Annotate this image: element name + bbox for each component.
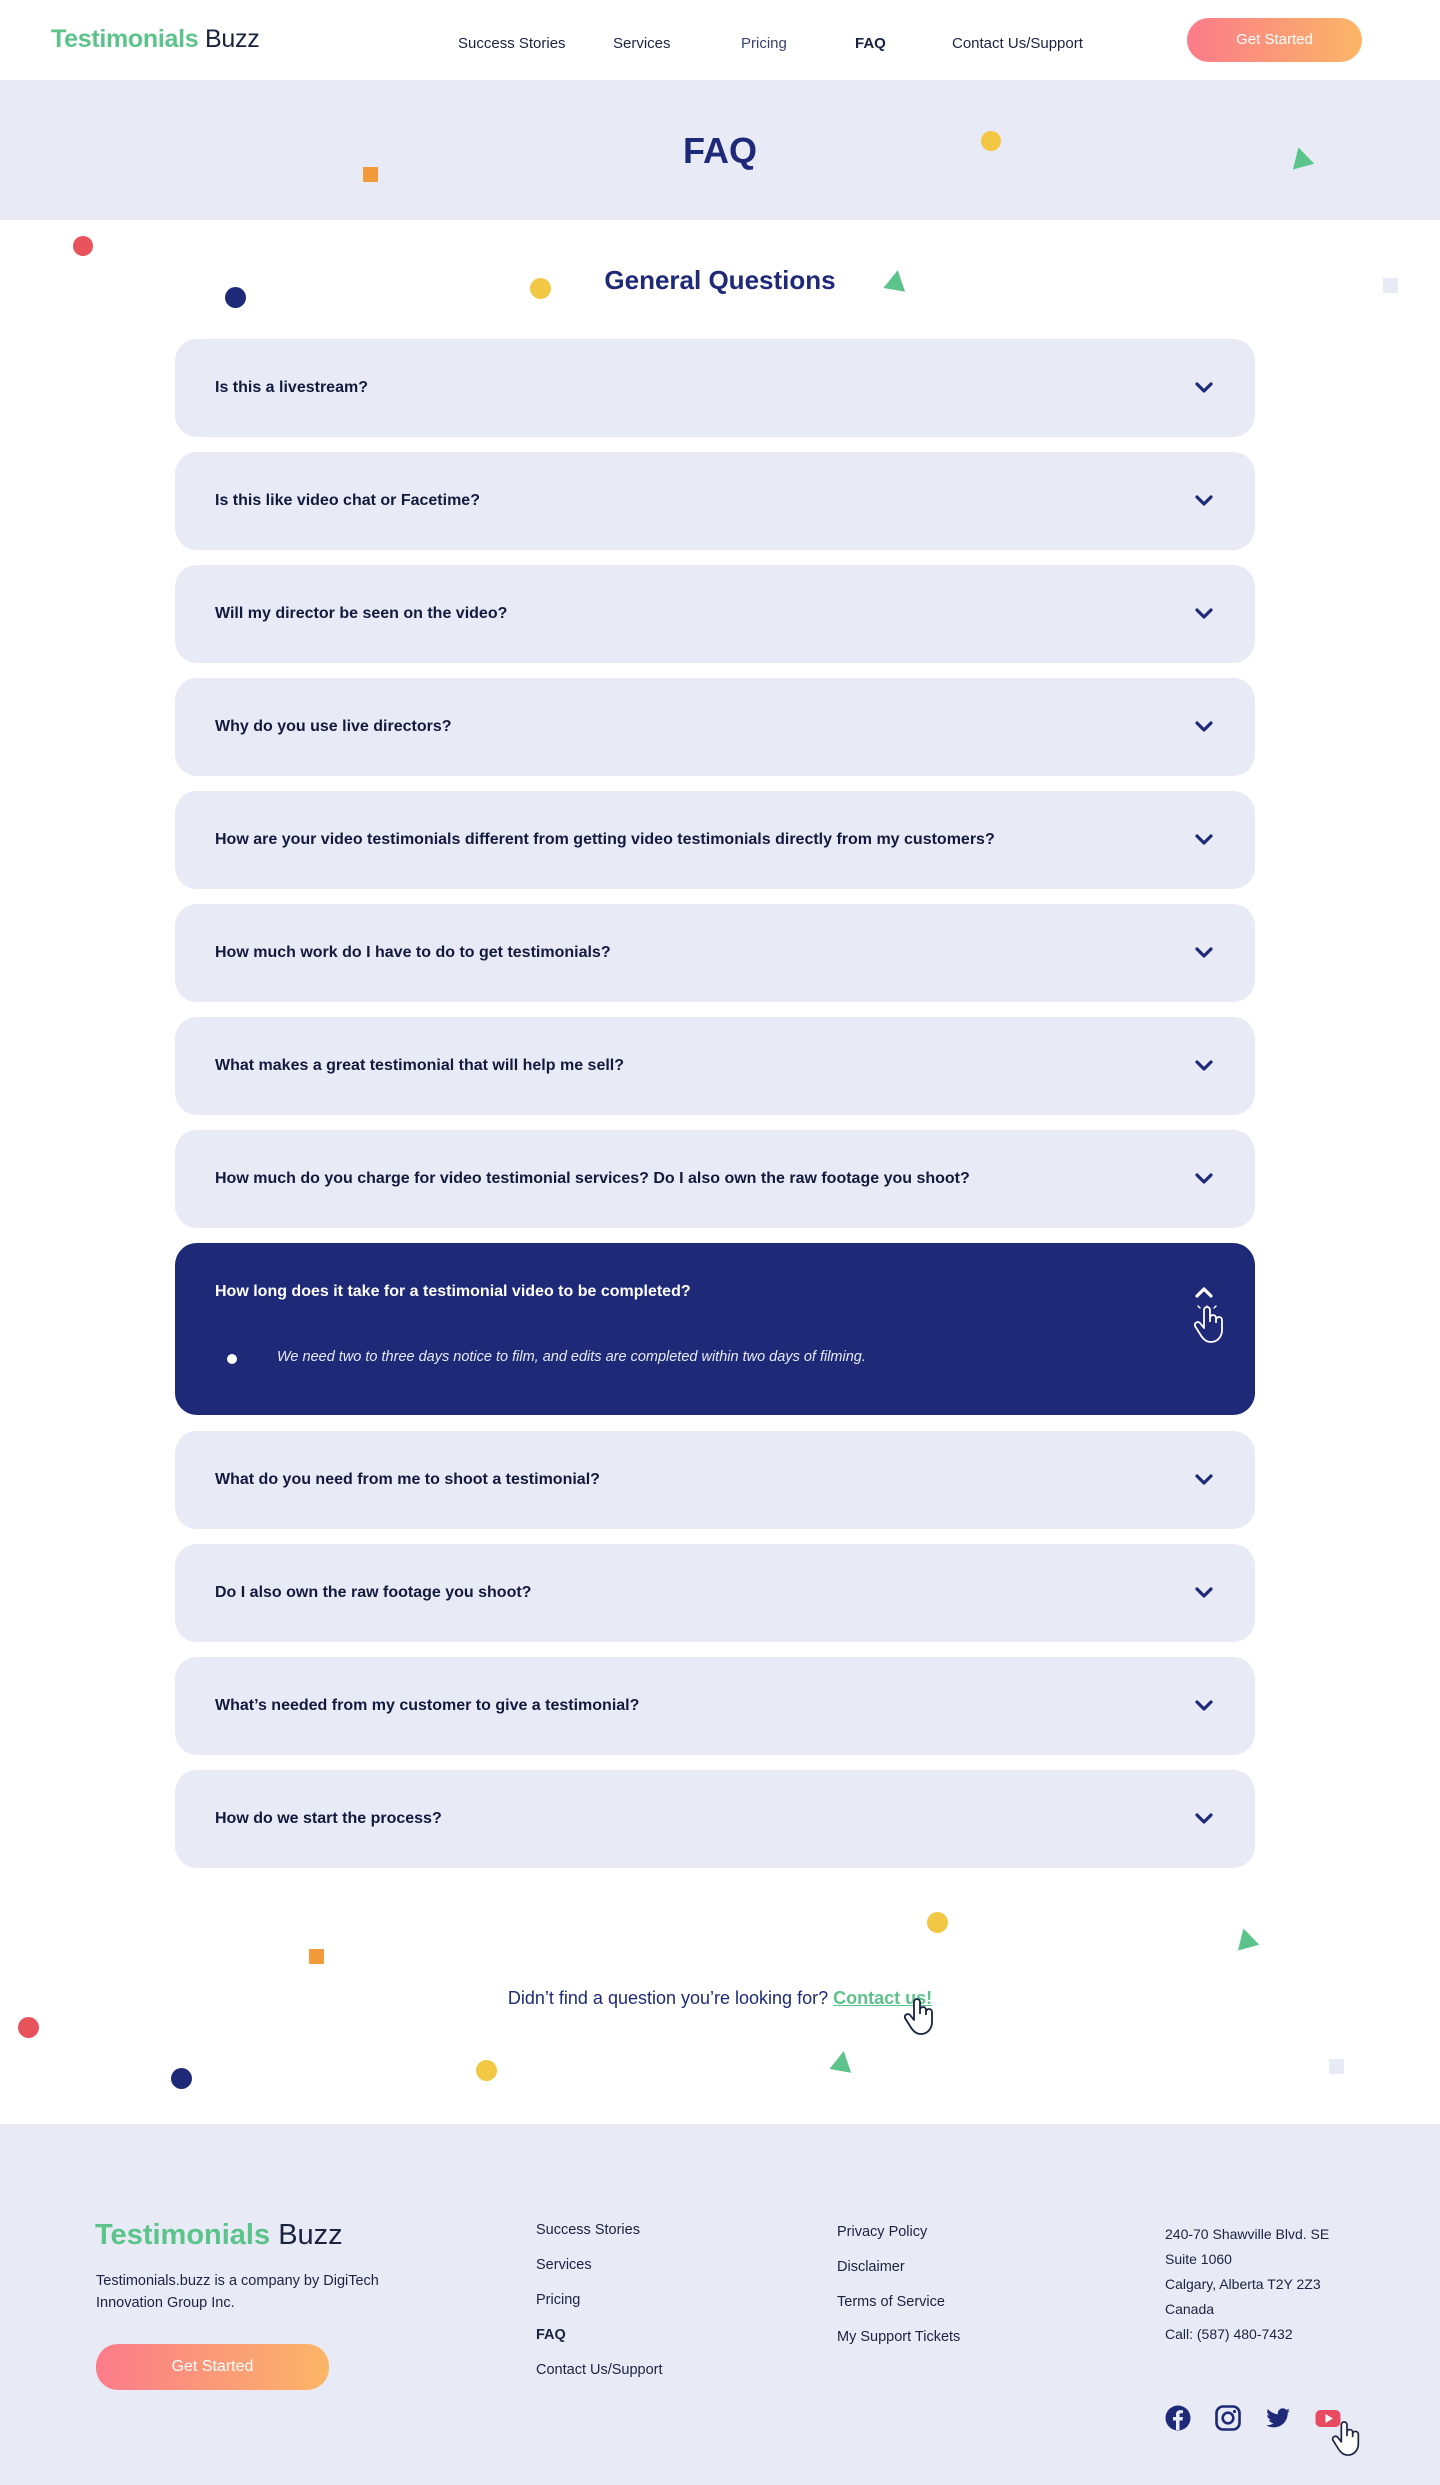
- decor-dot: [73, 236, 93, 256]
- chevron-down-icon[interactable]: [1193, 716, 1215, 738]
- logo[interactable]: Testimonials Buzz: [51, 25, 260, 54]
- faq-item[interactable]: Is this a livestream?: [175, 339, 1255, 437]
- chevron-down-icon[interactable]: [1193, 942, 1215, 964]
- faq-question: How are your video testimonials differen…: [215, 831, 995, 848]
- faq-item[interactable]: How are your video testimonials differen…: [175, 791, 1255, 889]
- get-started-button[interactable]: Get Started: [1187, 18, 1362, 62]
- site-header: Testimonials Buzz Success Stories Servic…: [0, 0, 1440, 80]
- hand-cursor-icon: [1193, 1305, 1223, 1343]
- faq-answer: We need two to three days notice to film…: [277, 1349, 866, 1365]
- chevron-down-icon[interactable]: [1193, 1168, 1215, 1190]
- decor-square: [309, 1949, 324, 1964]
- chevron-down-icon[interactable]: [1193, 829, 1215, 851]
- footer-link-privacy-policy[interactable]: Privacy Policy: [837, 2224, 960, 2259]
- logo-text-secondary: Buzz: [278, 2219, 343, 2251]
- decor-square: [363, 167, 378, 182]
- decor-dot: [171, 2068, 192, 2089]
- footer-link-success-stories[interactable]: Success Stories: [536, 2222, 663, 2257]
- logo-text-primary: Testimonials: [51, 25, 199, 53]
- chevron-down-icon[interactable]: [1193, 377, 1215, 399]
- faq-item[interactable]: How much work do I have to do to get tes…: [175, 904, 1255, 1002]
- chevron-down-icon[interactable]: [1193, 603, 1215, 625]
- footer-description: Testimonials.buzz is a company by DigiTe…: [96, 2273, 379, 2311]
- nav-faq[interactable]: FAQ: [855, 35, 886, 52]
- chevron-down-icon[interactable]: [1193, 1695, 1215, 1717]
- section-title: General Questions: [604, 265, 836, 295]
- footer-logo[interactable]: Testimonials Buzz: [95, 2219, 343, 2252]
- bullet-icon: [227, 1354, 237, 1364]
- chevron-down-icon[interactable]: [1193, 1469, 1215, 1491]
- faq-item[interactable]: Is this like video chat or Facetime?: [175, 452, 1255, 550]
- faq-item[interactable]: What do you need from me to shoot a test…: [175, 1431, 1255, 1529]
- chevron-down-icon[interactable]: [1193, 1055, 1215, 1077]
- faq-question: How long does it take for a testimonial …: [215, 1283, 691, 1300]
- footer-link-support-tickets[interactable]: My Support Tickets: [837, 2329, 960, 2364]
- hand-cursor-icon: [1331, 2421, 1360, 2456]
- nav-pricing[interactable]: Pricing: [741, 35, 787, 52]
- page-title: FAQ: [682, 130, 757, 171]
- faq-question: How do we start the process?: [215, 1810, 442, 1827]
- footer-link-pricing[interactable]: Pricing: [536, 2292, 663, 2327]
- decor-dot: [18, 2017, 39, 2038]
- faq-question: Is this a livestream?: [215, 379, 368, 396]
- site-footer: Testimonials Buzz Testimonials.buzz is a…: [0, 2124, 1440, 2485]
- hero-banner: FAQ: [0, 80, 1440, 220]
- faq-item[interactable]: Will my director be seen on the video?: [175, 565, 1255, 663]
- chevron-up-icon[interactable]: [1193, 1281, 1215, 1303]
- faq-question: Why do you use live directors?: [215, 718, 452, 735]
- chevron-down-icon[interactable]: [1193, 490, 1215, 512]
- faq-item[interactable]: How much do you charge for video testimo…: [175, 1130, 1255, 1228]
- nav-success-stories[interactable]: Success Stories: [458, 35, 566, 52]
- footer-link-terms[interactable]: Terms of Service: [837, 2294, 960, 2329]
- footer-link-contact-support[interactable]: Contact Us/Support: [536, 2362, 663, 2397]
- nav-contact-support[interactable]: Contact Us/Support: [952, 35, 1083, 52]
- contact-prompt: Didn’t find a question you’re looking fo…: [0, 1988, 1440, 2009]
- faq-item[interactable]: What’s needed from my customer to give a…: [175, 1657, 1255, 1755]
- contact-prompt-text: Didn’t find a question you’re looking fo…: [507, 1988, 829, 2008]
- footer-get-started-button[interactable]: Get Started: [96, 2344, 329, 2390]
- hand-cursor-icon: [903, 1998, 933, 2035]
- address-line: Suite 1060: [1165, 2251, 1232, 2267]
- logo-text-primary: Testimonials: [95, 2219, 271, 2251]
- address-line: 240-70 Shawville Blvd. SE: [1165, 2226, 1330, 2242]
- decor-dot: [981, 131, 1001, 151]
- phone-number[interactable]: Call: (587) 480-7432: [1165, 2322, 1329, 2347]
- decor-dot: [476, 2060, 497, 2081]
- faq-item[interactable]: Do I also own the raw footage you shoot?: [175, 1544, 1255, 1642]
- faq-question: What’s needed from my customer to give a…: [215, 1697, 640, 1714]
- decor-triangle: [1232, 1925, 1260, 1951]
- decor-dot: [927, 1912, 948, 1933]
- address-line: Canada: [1165, 2301, 1215, 2317]
- twitter-icon[interactable]: [1264, 2404, 1292, 2432]
- faq-item[interactable]: How do we start the process?: [175, 1770, 1255, 1868]
- faq-question: How much do you charge for video testimo…: [215, 1170, 970, 1187]
- decor-square: [1329, 2059, 1344, 2074]
- nav-services[interactable]: Services: [613, 35, 671, 52]
- faq-item-expanded[interactable]: How long does it take for a testimonial …: [175, 1243, 1255, 1415]
- faq-question: Is this like video chat or Facetime?: [215, 492, 480, 509]
- footer-link-faq[interactable]: FAQ: [536, 2327, 663, 2362]
- decor-triangle: [829, 2049, 855, 2073]
- footer-link-disclaimer[interactable]: Disclaimer: [837, 2259, 960, 2294]
- faq-item[interactable]: What makes a great testimonial that will…: [175, 1017, 1255, 1115]
- faq-question: What makes a great testimonial that will…: [215, 1057, 624, 1074]
- faq-item[interactable]: Why do you use live directors?: [175, 678, 1255, 776]
- chevron-down-icon[interactable]: [1193, 1582, 1215, 1604]
- faq-question: How much work do I have to do to get tes…: [215, 944, 611, 961]
- footer-legal: Privacy Policy Disclaimer Terms of Servi…: [837, 2224, 960, 2364]
- faq-question: Will my director be seen on the video?: [215, 605, 508, 622]
- footer-address: 240-70 Shawville Blvd. SE Suite 1060 Cal…: [1165, 2222, 1329, 2347]
- chevron-down-icon[interactable]: [1193, 1808, 1215, 1830]
- footer-nav: Success Stories Services Pricing FAQ Con…: [536, 2222, 663, 2397]
- footer-link-services[interactable]: Services: [536, 2257, 663, 2292]
- facebook-icon[interactable]: [1164, 2404, 1192, 2432]
- faq-question: Do I also own the raw footage you shoot?: [215, 1584, 532, 1601]
- address-line: Calgary, Alberta T2Y 2Z3: [1165, 2276, 1321, 2292]
- faq-question: What do you need from me to shoot a test…: [215, 1471, 600, 1488]
- logo-text-secondary: Buzz: [205, 25, 260, 53]
- instagram-icon[interactable]: [1214, 2404, 1242, 2432]
